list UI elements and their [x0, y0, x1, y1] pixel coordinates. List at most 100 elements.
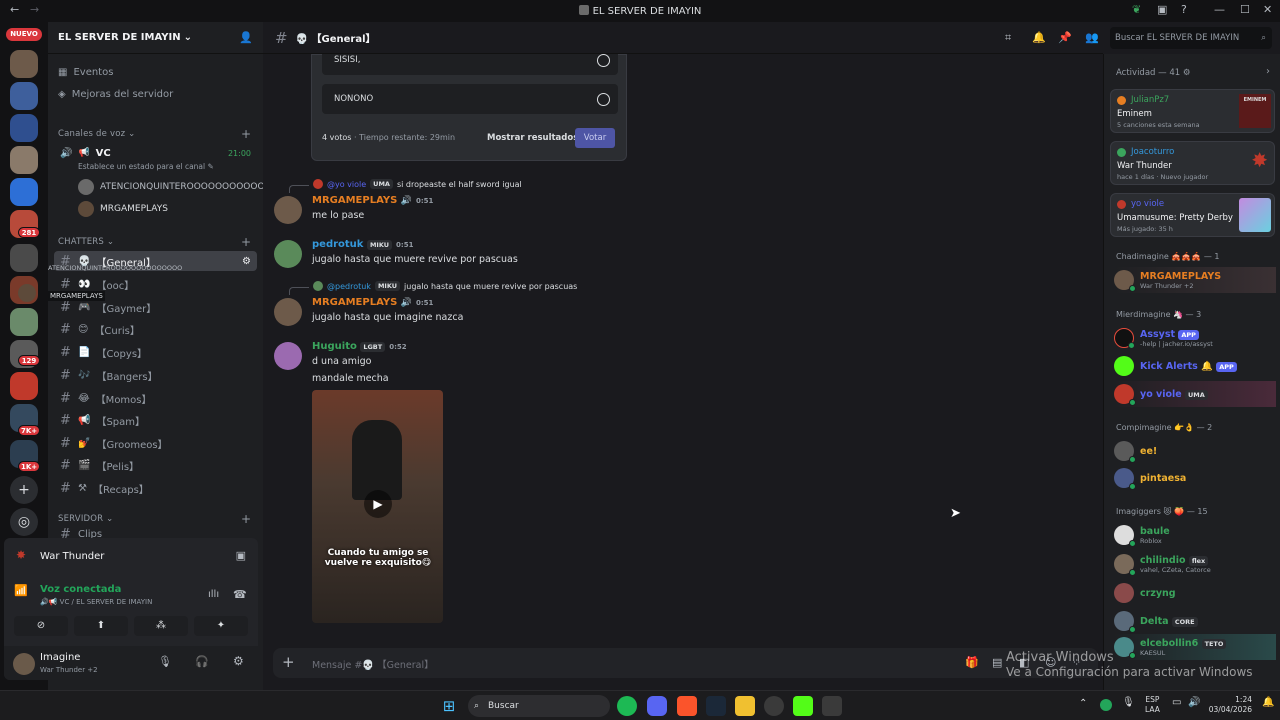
member-item[interactable]: ee! — [1114, 438, 1276, 464]
discord-icon[interactable] — [647, 696, 667, 716]
tray-chevron-up-icon[interactable]: ⌃ — [1079, 698, 1087, 709]
avatar[interactable] — [274, 240, 302, 268]
avatar[interactable] — [274, 342, 302, 370]
message-author[interactable]: Huguito LGBT 0:52 — [312, 341, 407, 352]
channel-pelis[interactable]: # 🎬 【Pelis】 — [54, 455, 257, 475]
user-name[interactable]: Imagine — [40, 652, 80, 663]
user-settings-gear-icon[interactable]: ⚙ — [233, 654, 244, 668]
help-icon[interactable]: ? — [1181, 3, 1187, 16]
noise-suppression-icon[interactable]: ıllı — [208, 589, 219, 600]
add-channel-icon[interactable]: + — [241, 512, 251, 526]
language-indicator[interactable]: ESP LAA — [1145, 695, 1160, 715]
radio-button[interactable] — [597, 54, 610, 67]
member-item[interactable]: yo viole UMA — [1114, 381, 1276, 407]
play-icon[interactable]: ▶ — [364, 490, 392, 518]
activity-card[interactable]: yo viole Umamusume: Pretty Derby Más jug… — [1110, 193, 1275, 237]
member-item[interactable]: crzyng — [1114, 580, 1276, 606]
member-item[interactable]: pintaesa — [1114, 465, 1276, 491]
radio-button[interactable] — [597, 93, 610, 106]
server-category[interactable]: SERVIDOR ⌄ — [58, 514, 114, 524]
file-explorer-icon[interactable] — [735, 696, 755, 716]
maximize-icon[interactable]: ☐ — [1240, 3, 1250, 16]
message-author[interactable]: pedrotuk MIKU 0:51 — [312, 239, 413, 250]
show-results-button[interactable]: Mostrar resultados — [487, 133, 578, 143]
disconnect-icon[interactable]: ☎ — [233, 588, 247, 601]
channel-bangers[interactable]: # 🎶 【Bangers】 — [54, 365, 257, 385]
search-input[interactable]: Buscar EL SERVER DE IMAYIN ⌕ — [1110, 27, 1272, 49]
windows-start-icon[interactable]: ⊞ — [439, 696, 459, 716]
server-icon[interactable] — [10, 50, 38, 78]
taskbar-search[interactable]: ⌕ Buscar — [468, 695, 610, 717]
add-attachment-icon[interactable]: + — [282, 653, 295, 671]
minimize-icon[interactable]: — — [1214, 3, 1225, 16]
kick-icon[interactable] — [793, 696, 813, 716]
war-thunder-icon[interactable] — [822, 696, 842, 716]
voice-status-hint[interactable]: Establece un estado para el canal ✎ — [78, 162, 214, 171]
camera-off-button[interactable]: ⊘ — [14, 616, 68, 636]
share-screen-button[interactable]: ⬆ — [74, 616, 128, 636]
activity-card[interactable]: JulianPz7 Eminem 5 canciones esta semana… — [1110, 89, 1275, 133]
brave-icon[interactable] — [677, 696, 697, 716]
screen-share-icon[interactable]: ▣ — [236, 549, 246, 562]
reply-preview[interactable]: @yo viole UMA si dropeaste el half sword i… — [313, 179, 522, 189]
channel-curis[interactable]: # 😊 【Curis】 — [54, 319, 257, 339]
notification-bell-icon[interactable]: 🔔 — [1262, 697, 1274, 708]
poll-option[interactable]: NONONO — [322, 84, 618, 114]
channel-momos[interactable]: # 😂 【Momos】 — [54, 388, 257, 408]
add-channel-icon[interactable]: + — [241, 127, 251, 141]
add-channel-icon[interactable]: + — [241, 235, 251, 249]
poll-option[interactable]: SISISI, — [322, 54, 618, 75]
events-link[interactable]: ▦ Eventos — [58, 67, 113, 78]
voice-member[interactable]: MRGAMEPLAYS — [78, 201, 168, 217]
channel-copys[interactable]: # 📄 【Copys】 — [54, 342, 257, 362]
add-server-icon[interactable]: + — [10, 476, 38, 504]
server-icon[interactable] — [10, 82, 38, 110]
voice-path[interactable]: 🔊📢 VC / EL SERVER DE IMAYIN — [40, 598, 152, 606]
voice-status[interactable]: Voz conectada — [40, 584, 121, 595]
threads-icon[interactable]: ⌗ — [1005, 31, 1011, 45]
server-icon[interactable] — [10, 308, 38, 336]
member-item[interactable]: Assyst APP -help | jacher.io/assyst — [1114, 325, 1276, 351]
channel-spam[interactable]: # 📢 【Spam】 — [54, 410, 257, 430]
message-composer[interactable]: + Mensaje #💀 【General】 🎁 ▤ ◧ ☺ ⁘ — [273, 648, 1098, 678]
inbox-icon[interactable]: ▣ — [1157, 3, 1167, 16]
settings-gear-icon[interactable]: ⚙ — [242, 256, 251, 267]
notification-bell-icon[interactable]: 🔔 — [1032, 31, 1046, 44]
server-icon[interactable] — [10, 114, 38, 142]
nitro-leaf-icon[interactable]: ❦ — [1132, 3, 1141, 16]
activity-header[interactable]: Actividad — 41 ⚙ — [1116, 68, 1190, 78]
member-item[interactable]: MRGAMEPLAYS War Thunder +2 — [1114, 267, 1276, 293]
headphones-icon[interactable]: 🎧 — [195, 655, 209, 668]
server-icon[interactable] — [10, 244, 38, 272]
member-item[interactable]: Kick Alerts 🔔 APP — [1114, 353, 1276, 379]
voice-category[interactable]: Canales de voz ⌄ — [58, 129, 136, 139]
close-icon[interactable]: ✕ — [1263, 3, 1272, 16]
chevron-right-icon[interactable]: › — [1266, 66, 1270, 77]
server-icon[interactable] — [10, 372, 38, 400]
message-author[interactable]: MRGAMEPLAYS 🔊 0:51 — [312, 297, 433, 308]
vote-button[interactable]: Votar — [575, 128, 615, 148]
network-icon[interactable]: ▭ — [1172, 697, 1181, 708]
volume-icon[interactable]: 🔊 — [1188, 697, 1200, 708]
gift-icon[interactable]: 🎁 — [965, 656, 979, 669]
server-header[interactable]: EL SERVER DE IMAYIN ⌄ 👤 — [48, 22, 263, 54]
spotify-icon[interactable] — [617, 696, 637, 716]
member-list-icon[interactable]: 👥 — [1085, 31, 1099, 44]
channel-groomeos[interactable]: # 💅 【Groomeos】 — [54, 433, 257, 453]
chatters-category[interactable]: CHATTERS ⌄ — [58, 237, 114, 247]
tray-app-icon[interactable] — [1100, 699, 1112, 711]
connection-signal-icon[interactable]: 📶 — [14, 584, 28, 597]
voice-channel-vc[interactable]: 🔊 📢 VC 21:00 — [54, 143, 257, 163]
soundboard-button[interactable]: ✦ — [194, 616, 248, 636]
reply-preview[interactable]: @pedrotuk MIKU jugalo hasta que muere revi… — [313, 281, 577, 291]
server-icon[interactable] — [10, 146, 38, 174]
steam-icon[interactable] — [706, 696, 726, 716]
member-item[interactable]: baule Roblox — [1114, 522, 1276, 548]
explore-compass-icon[interactable]: ◎ — [10, 508, 38, 536]
activities-button[interactable]: ⁂ — [134, 616, 188, 636]
activity-card[interactable]: Joacoturro War Thunder hace 1 días · Nue… — [1110, 141, 1275, 185]
server-boost-link[interactable]: ◈ Mejoras del servidor — [58, 89, 173, 100]
pin-icon[interactable]: 📌 — [1058, 31, 1072, 44]
avatar[interactable] — [274, 298, 302, 326]
member-item[interactable]: Delta CORE — [1114, 608, 1276, 634]
